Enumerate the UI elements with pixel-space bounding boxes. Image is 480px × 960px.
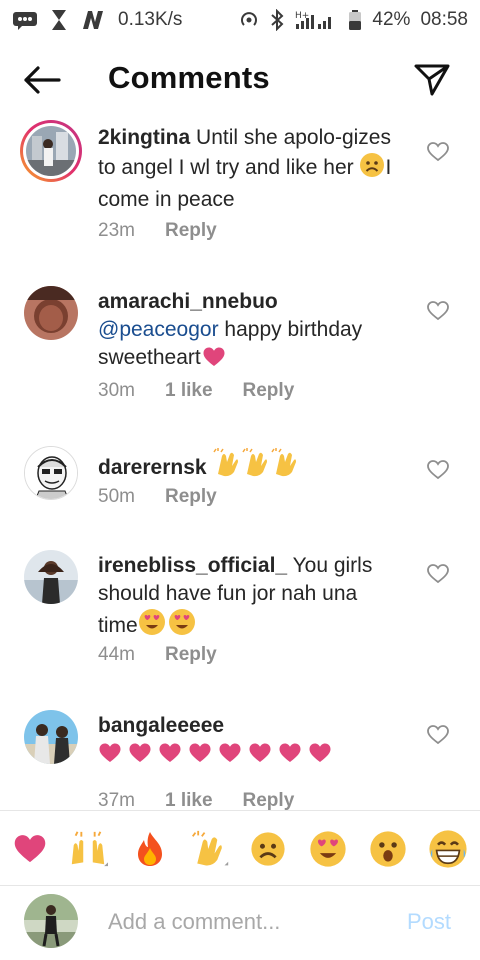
comment-meta: 37m 1 like Reply: [98, 790, 294, 812]
header: Comments: [0, 50, 480, 110]
post-button[interactable]: Post: [407, 909, 451, 935]
raising-hands-icon: [71, 831, 108, 867]
paper-plane-icon: [414, 64, 450, 96]
comment-time: 50m: [98, 486, 135, 507]
heart-outline-icon: [427, 142, 449, 162]
heart-outline-icon: [427, 301, 449, 321]
heart-eyes-icon: [310, 831, 346, 867]
comment-time: 30m: [98, 380, 135, 401]
reply-button[interactable]: Reply: [243, 380, 295, 402]
bluetooth-icon: [270, 9, 284, 31]
comment-username[interactable]: irenebliss_official_: [98, 554, 287, 577]
comment-composer: Post: [0, 888, 480, 960]
likes-count[interactable]: 1 like: [165, 380, 213, 402]
emoji-heart-button[interactable]: [10, 829, 50, 869]
like-comment-button[interactable]: [426, 563, 450, 585]
message-icon: [12, 10, 38, 30]
reply-button[interactable]: Reply: [165, 644, 217, 666]
comment-username[interactable]: bangaleeeee: [98, 714, 224, 737]
hotspot-icon: [238, 9, 260, 31]
signal-icon: H+: [294, 9, 338, 31]
emoji-raising-hands-button[interactable]: [68, 829, 108, 869]
emoji-surprised-button[interactable]: [368, 829, 408, 869]
like-comment-button[interactable]: [426, 459, 450, 481]
emoji-fire-button[interactable]: [130, 829, 170, 869]
avatar-photo: [24, 894, 78, 948]
clapping-hands-icon: [192, 830, 229, 866]
heart-icon: [14, 835, 46, 863]
like-comment-button[interactable]: [426, 141, 450, 163]
comment-input[interactable]: [108, 906, 388, 938]
avatar[interactable]: [24, 710, 78, 764]
avatar-photo: [24, 710, 78, 764]
heart-outline-icon: [427, 725, 449, 745]
heart-outline-icon: [427, 564, 449, 584]
comment-time: 37m: [98, 790, 135, 811]
reply-button[interactable]: Reply: [243, 790, 295, 812]
avatar-photo: [26, 126, 76, 176]
comment-text: bangaleeeee: [98, 712, 398, 772]
comment-mention[interactable]: @peaceogor: [98, 318, 219, 341]
back-arrow-icon: [24, 66, 61, 94]
fire-icon: [138, 832, 162, 866]
surprised-face-icon: [370, 831, 406, 867]
emoji-heart-eyes-button[interactable]: [308, 829, 348, 869]
emoji-quick-bar: [0, 810, 480, 886]
comment-username[interactable]: 2kingtina: [98, 126, 190, 149]
comment-time: 23m: [98, 220, 135, 241]
frowning-face-icon: [251, 832, 285, 866]
like-comment-button[interactable]: [426, 300, 450, 322]
comment-text: 2kingtina Until she apolo-gizes to angel…: [98, 124, 398, 214]
back-button[interactable]: [22, 64, 62, 96]
grinning-face-icon: [429, 830, 467, 868]
status-bar: 0.13K/s H+ 42% 08:58: [0, 0, 480, 40]
emoji-grinning-button[interactable]: [428, 829, 468, 869]
avatar[interactable]: [24, 286, 78, 340]
network-speed: 0.13K/s: [118, 9, 183, 30]
reply-button[interactable]: Reply: [165, 220, 217, 242]
comment-meta: 30m 1 like Reply: [98, 380, 294, 402]
avatar[interactable]: [20, 120, 82, 182]
reply-button[interactable]: Reply: [165, 486, 217, 508]
comment-meta: 44m Reply: [98, 644, 217, 666]
pink-heart-icon: [201, 346, 227, 376]
likes-count[interactable]: 1 like: [165, 790, 213, 812]
avatar[interactable]: [24, 550, 78, 604]
comment-text: amarachi_nnebuo @peaceogor happy birthda…: [98, 288, 398, 376]
comment-text: darerernsk: [98, 448, 398, 486]
comment-username[interactable]: darerernsk: [98, 456, 207, 479]
comment-time: 44m: [98, 644, 135, 665]
comment-username[interactable]: amarachi_nnebuo: [98, 290, 278, 313]
n-app-icon: [80, 9, 106, 31]
heart-outline-icon: [427, 460, 449, 480]
frowning-face-icon: [359, 152, 385, 186]
hourglass-icon: [50, 9, 68, 31]
clapping-hands-icon: [212, 448, 298, 486]
battery-icon: [348, 9, 362, 31]
page-title: Comments: [108, 60, 270, 95]
pink-heart-icon: [98, 742, 338, 772]
my-avatar: [24, 894, 78, 948]
emoji-clapping-button[interactable]: [190, 829, 230, 869]
comment-meta: 50m Reply: [98, 486, 217, 508]
avatar-photo: [25, 447, 77, 499]
like-comment-button[interactable]: [426, 724, 450, 746]
comment-meta: 23m Reply: [98, 220, 217, 242]
heart-eyes-icon: [138, 608, 198, 644]
emoji-frowning-button[interactable]: [248, 829, 288, 869]
clock: 08:58: [420, 9, 468, 30]
avatar-photo: [24, 286, 78, 340]
comment-text: irenebliss_official_ You girls should ha…: [98, 552, 398, 644]
share-button[interactable]: [412, 60, 452, 100]
avatar-photo: [24, 550, 78, 604]
avatar[interactable]: [24, 446, 78, 500]
battery-level: 42%: [372, 9, 411, 30]
